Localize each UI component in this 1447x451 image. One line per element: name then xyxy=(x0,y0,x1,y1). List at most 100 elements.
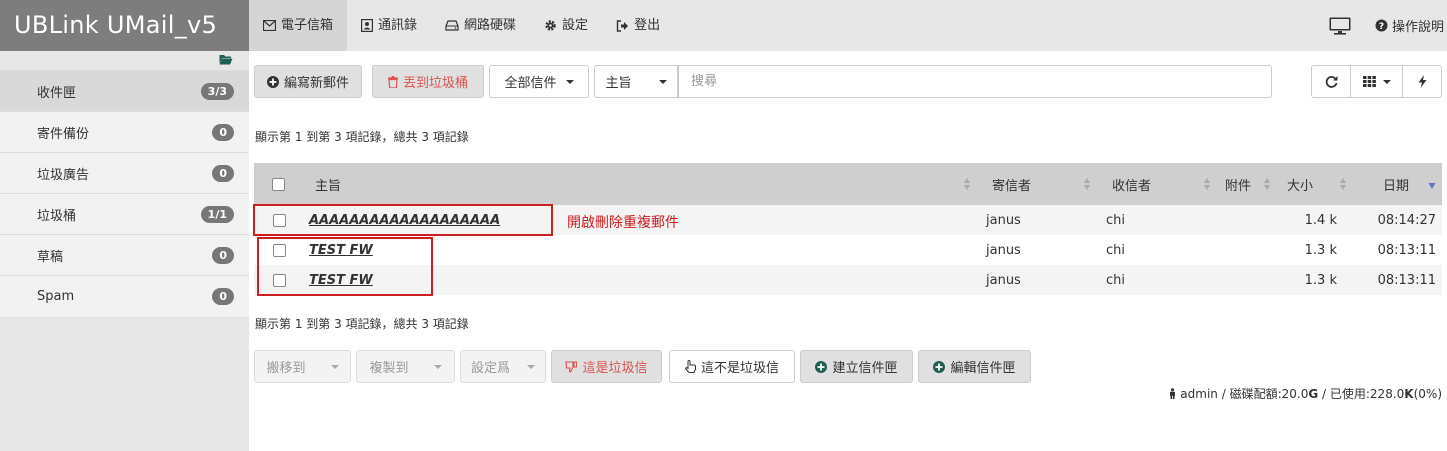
count-badge: 0 xyxy=(212,288,234,305)
date-cell: 08:13:11 xyxy=(1377,272,1436,288)
app-title[interactable]: UBLink UMail_v5 xyxy=(0,0,249,51)
copy-to-dropdown[interactable]: 複製到 xyxy=(356,350,455,383)
folder-trash[interactable]: 垃圾桶 1/1 xyxy=(0,194,249,235)
create-folder-label: 建立信件匣 xyxy=(832,361,898,376)
sender-cell: janus xyxy=(986,242,1021,258)
used-label: 已使用: xyxy=(1329,387,1370,401)
sender-cell: janus xyxy=(986,272,1021,288)
mark-spam-button[interactable]: 這是垃圾信 xyxy=(551,350,662,383)
highlight-box xyxy=(257,237,433,296)
search-field-dropdown[interactable]: 主旨 xyxy=(594,65,678,98)
folder-label: 收件匣 xyxy=(37,85,77,101)
folder-sent[interactable]: 寄件備份 0 xyxy=(0,112,249,153)
folder-label: 草稿 xyxy=(37,249,64,265)
nav-mail-label: 電子信箱 xyxy=(281,18,334,33)
nav-right: ? 操作說明 xyxy=(1329,0,1447,51)
view-columns-dropdown[interactable] xyxy=(1350,65,1403,98)
folder-open-icon[interactable] xyxy=(219,54,233,65)
username: admin xyxy=(1180,387,1218,401)
chevron-down-icon xyxy=(330,364,339,369)
edit-folder-button[interactable]: 編輯信件匣 xyxy=(918,350,1031,383)
search-input[interactable] xyxy=(678,65,1272,98)
quick-action-button[interactable] xyxy=(1402,65,1442,98)
compose-button[interactable]: 編寫新郵件 xyxy=(254,65,362,98)
nav-settings-label: 設定 xyxy=(562,18,589,33)
filter-dropdown[interactable]: 全部信件 xyxy=(489,65,589,98)
sender-cell: janus xyxy=(986,212,1021,228)
sort-icon xyxy=(1204,178,1210,190)
sort-icon xyxy=(1340,178,1346,190)
count-badge: 1/1 xyxy=(200,205,234,223)
plus-circle-icon xyxy=(815,360,828,373)
used-value: 228.0 xyxy=(1369,387,1405,401)
nav-drive[interactable]: 網路硬碟 xyxy=(431,0,530,51)
svg-text:?: ? xyxy=(1379,22,1384,32)
folder-label: 垃圾廣告 xyxy=(37,167,90,183)
folder-inbox[interactable]: 收件匣 3/3 xyxy=(0,71,249,112)
envelope-icon xyxy=(263,20,276,31)
compose-label: 編寫新郵件 xyxy=(283,76,349,91)
chevron-down-icon xyxy=(1382,79,1391,84)
size-cell: 1.4 k xyxy=(1304,212,1337,228)
set-as-dropdown[interactable]: 設定爲 xyxy=(460,350,546,383)
records-info-top: 顯示第 1 到第 3 項記錄，總共 3 項記錄 xyxy=(255,130,469,144)
nav-contacts-label: 通訊錄 xyxy=(378,18,418,33)
help-label: 操作說明 xyxy=(1391,20,1444,35)
select-all-cell xyxy=(254,163,304,205)
recipient-cell: chi xyxy=(1106,212,1125,228)
copy-label: 複製到 xyxy=(369,361,409,376)
recipient-cell: chi xyxy=(1106,242,1125,258)
chevron-down-icon xyxy=(527,364,535,369)
monitor-icon[interactable] xyxy=(1329,17,1351,35)
nav-settings[interactable]: 設定 xyxy=(530,0,602,51)
trash-icon xyxy=(387,75,398,88)
nav-mail[interactable]: 電子信箱 xyxy=(249,0,348,51)
plus-circle-icon xyxy=(933,360,946,373)
count-badge: 0 xyxy=(212,123,234,141)
field-label: 主旨 xyxy=(605,76,632,91)
recipient-cell: chi xyxy=(1106,272,1125,288)
highlight-box xyxy=(253,204,553,236)
folder-label: 寄件備份 xyxy=(37,126,90,142)
nav-contacts[interactable]: 通訊錄 xyxy=(347,0,431,51)
sort-icon xyxy=(964,178,970,190)
trash-button[interactable]: 丟到垃圾桶 xyxy=(372,65,484,98)
help-link[interactable]: ? 操作說明 xyxy=(1375,16,1444,35)
folder-spam[interactable]: Spam 0 xyxy=(0,276,249,317)
chevron-down-icon xyxy=(658,79,667,84)
nav-logout[interactable]: 登出 xyxy=(602,0,674,51)
col-date-label: 日期 xyxy=(1383,178,1410,194)
col-subject[interactable]: 主旨 xyxy=(304,163,977,205)
refresh-button[interactable] xyxy=(1311,65,1351,98)
col-attachment-label: 附件 xyxy=(1225,178,1252,194)
hand-pointer-icon xyxy=(684,360,696,373)
folder-drafts[interactable]: 草稿 0 xyxy=(0,235,249,276)
col-size[interactable]: 大小 xyxy=(1273,163,1353,205)
sidebar: 收件匣 3/3 寄件備份 0 垃圾廣告 0 垃圾桶 1/1 草稿 0 Spam … xyxy=(0,51,249,451)
quota-value: 20.0 xyxy=(1281,387,1309,401)
col-sender-label: 寄信者 xyxy=(992,178,1032,194)
col-sender[interactable]: 寄信者 xyxy=(977,163,1097,205)
move-to-dropdown[interactable]: 搬移到 xyxy=(254,350,351,383)
hdd-icon xyxy=(445,20,459,31)
not-spam-button[interactable]: 這不是垃圾信 xyxy=(669,350,795,383)
user-icon xyxy=(1170,388,1176,399)
thumbs-down-icon xyxy=(565,360,578,373)
attachment-cell xyxy=(1217,235,1273,265)
col-recipient[interactable]: 收信者 xyxy=(1097,163,1217,205)
chevron-down-icon xyxy=(565,79,574,84)
select-all-checkbox[interactable] xyxy=(272,177,285,191)
col-date[interactable]: 日期 xyxy=(1353,163,1442,205)
count-badge: 0 xyxy=(212,164,234,182)
create-folder-button[interactable]: 建立信件匣 xyxy=(800,350,913,383)
nav-logout-label: 登出 xyxy=(634,18,661,33)
spam-label: 這是垃圾信 xyxy=(582,361,648,376)
table-header-row: 主旨 寄信者 收信者 附件 大小 日期 xyxy=(254,163,1442,205)
col-attachment[interactable]: 附件 xyxy=(1217,163,1273,205)
folder-label: Spam xyxy=(37,289,75,304)
count-badge: 0 xyxy=(212,246,234,264)
refresh-icon xyxy=(1325,76,1337,88)
folder-junk-ads[interactable]: 垃圾廣告 0 xyxy=(0,153,249,194)
col-subject-label: 主旨 xyxy=(315,178,342,194)
question-circle-icon: ? xyxy=(1375,19,1388,32)
